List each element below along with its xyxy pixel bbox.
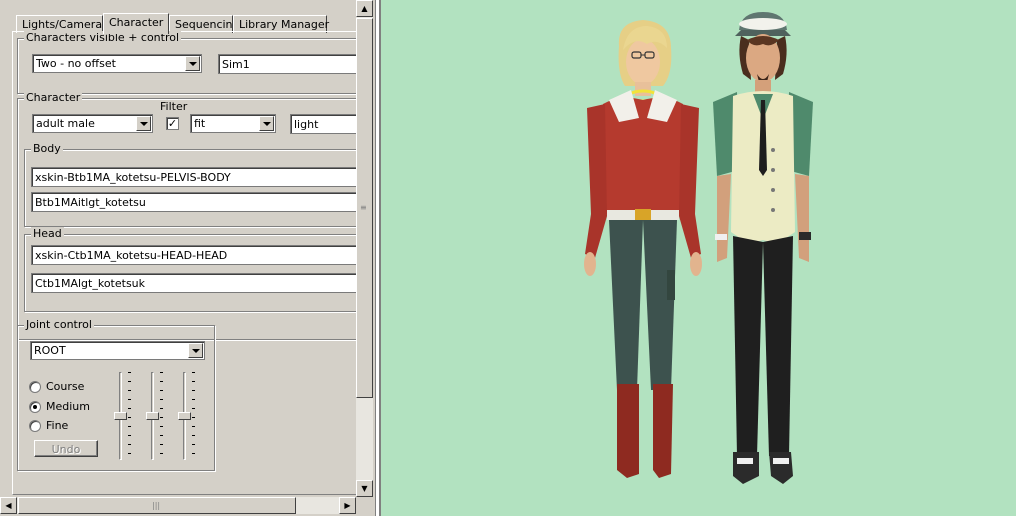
scroll-down-icon[interactable]: ▼	[356, 480, 373, 497]
body-mesh-field[interactable]: xskin-Btb1MA_kotetsu-PELVIS-BODY	[31, 167, 357, 187]
character-group: Character Filter adult male ✓ fit light …	[17, 91, 363, 340]
chevron-down-icon[interactable]	[185, 56, 200, 71]
joint-select-value: ROOT	[34, 344, 66, 357]
visibility-group: Characters visible + control Two - no of…	[17, 31, 363, 94]
slider-ticks	[192, 372, 195, 460]
scroll-corner	[356, 497, 373, 514]
sim-name-field[interactable]: Sim1	[218, 54, 360, 74]
grip-icon: ≡	[360, 203, 367, 212]
head-texture-field[interactable]: Ctb1MAlgt_kotetsuk	[31, 273, 357, 293]
fit-select[interactable]: fit	[190, 114, 276, 133]
visibility-mode-value: Two - no offset	[36, 57, 116, 70]
radio-fine[interactable]	[29, 420, 41, 432]
joint-select[interactable]: ROOT	[30, 341, 205, 360]
filter-checkbox[interactable]: ✓	[166, 117, 179, 130]
horizontal-scrollbar[interactable]: ◀ ||| ▶	[0, 497, 356, 514]
character-type-value: adult male	[36, 117, 95, 130]
radio-medium[interactable]	[29, 401, 41, 413]
joint-control-legend: Joint control	[24, 318, 94, 331]
body-legend: Body	[31, 142, 63, 155]
radio-course-label: Course	[46, 380, 85, 393]
joint-slider-3[interactable]	[178, 372, 192, 460]
chevron-down-icon[interactable]	[259, 116, 274, 131]
character-left	[584, 20, 702, 478]
scroll-up-icon[interactable]: ▲	[356, 0, 373, 17]
horizontal-scroll-thumb[interactable]: |||	[18, 497, 296, 514]
skin-field[interactable]: light	[290, 114, 360, 134]
radio-fine-label: Fine	[46, 419, 69, 432]
joint-slider-2[interactable]	[146, 372, 160, 460]
3d-viewport[interactable]	[379, 0, 1016, 516]
control-panel: Lights/Camera Character Sequencing Libra…	[0, 0, 376, 516]
scroll-left-icon[interactable]: ◀	[0, 497, 17, 514]
radio-course[interactable]	[29, 381, 41, 393]
character-legend: Character	[24, 91, 83, 104]
joint-slider-1[interactable]	[114, 372, 128, 460]
head-mesh-field[interactable]: xskin-Ctb1MA_kotetsu-HEAD-HEAD	[31, 245, 357, 265]
slider-thumb[interactable]	[178, 412, 191, 420]
slider-thumb[interactable]	[114, 412, 127, 420]
grip-icon: |||	[152, 501, 161, 510]
body-group: Body xskin-Btb1MA_kotetsu-PELVIS-BODY Bt…	[24, 142, 360, 227]
filter-label: Filter	[160, 100, 188, 113]
slider-ticks	[160, 372, 163, 460]
vertical-scrollbar[interactable]: ▲ ≡ ▼	[356, 0, 373, 497]
character-right	[713, 12, 813, 484]
visibility-mode-select[interactable]: Two - no offset	[32, 54, 202, 73]
body-texture-field[interactable]: Btb1MAitlgt_kotetsu	[31, 192, 357, 212]
chevron-down-icon[interactable]	[188, 343, 203, 358]
scroll-right-icon[interactable]: ▶	[339, 497, 356, 514]
fit-value: fit	[194, 117, 206, 130]
character-type-select[interactable]: adult male	[32, 114, 153, 133]
character-scene	[584, 12, 813, 484]
slider-ticks	[128, 372, 131, 460]
head-group: Head xskin-Ctb1MA_kotetsu-HEAD-HEAD Ctb1…	[24, 227, 360, 312]
slider-thumb[interactable]	[146, 412, 159, 420]
radio-medium-label: Medium	[46, 400, 90, 413]
vertical-scroll-thumb[interactable]: ≡	[356, 18, 373, 398]
tab-character[interactable]: Character	[103, 13, 169, 34]
undo-button[interactable]: Undo	[34, 440, 98, 457]
head-legend: Head	[31, 227, 64, 240]
chevron-down-icon[interactable]	[136, 116, 151, 131]
